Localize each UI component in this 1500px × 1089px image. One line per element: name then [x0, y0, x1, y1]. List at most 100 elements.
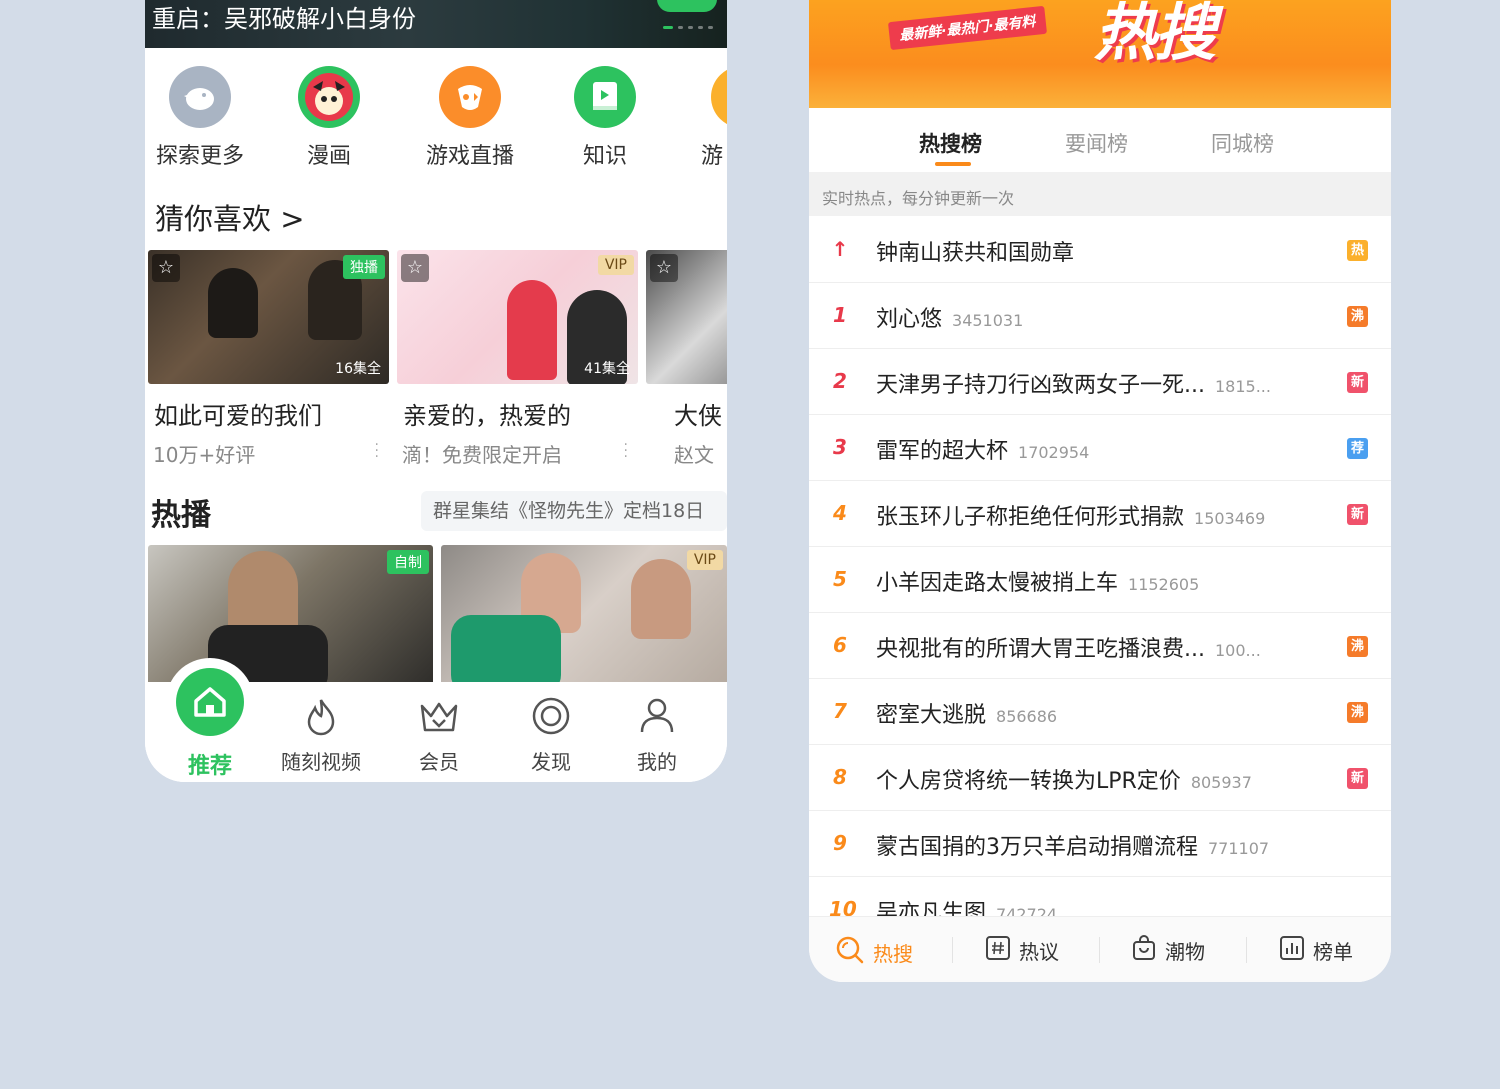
category-label: 游戏直播 — [425, 144, 514, 169]
hot-search-text-wrap: 密室大逃脱 856686 — [876, 697, 1057, 729]
guess-you-like-title[interactable]: 猜你喜欢 > — [155, 196, 305, 238]
more-icon[interactable]: · · · — [624, 438, 628, 464]
vip-tag: VIP — [686, 550, 723, 570]
category-row: 探索更多 漫画 游戏直播 知识 游 — [145, 66, 727, 170]
category-explore[interactable]: 探索更多 — [145, 66, 255, 170]
hot-search-row[interactable]: 7 密室大逃脱 856686 沸 — [809, 679, 1391, 745]
rank-number: 4 — [833, 501, 847, 525]
hot-search-text-wrap: 小羊因走路太慢被捎上车 1152605 — [876, 565, 1199, 597]
knowledge-icon — [574, 66, 636, 128]
tab-home[interactable] — [166, 658, 254, 746]
home-icon — [176, 668, 244, 736]
hot-search-row[interactable]: 6 央视批有的所谓大胃王吃播浪费... 100... 沸 — [809, 613, 1391, 679]
hot-search-title: 张玉环儿子称拒绝任何形式捐款 — [876, 505, 1185, 530]
category-label: 游 — [701, 144, 724, 169]
hot-search-row[interactable]: 9 蒙古国捐的3万只羊启动捐赠流程 771107 — [809, 811, 1391, 877]
tab-news[interactable]: 要闻榜 — [1065, 128, 1128, 158]
crown-icon — [389, 696, 489, 740]
tab-home-label-wrap[interactable]: 推荐 — [160, 742, 260, 780]
tab-vip[interactable]: 会员 — [389, 696, 489, 775]
hot-search-title: 刘心悠 — [876, 307, 943, 332]
hot-search-row[interactable]: ↑ 钟南山获共和国勋章 热 — [809, 217, 1391, 283]
category-comic[interactable]: 漫画 — [274, 66, 384, 170]
tab-ranking[interactable]: 榜单 — [1279, 935, 1353, 966]
episode-count: 16集全 — [335, 361, 381, 377]
rank-number: 6 — [833, 633, 847, 657]
banner-headline: 热搜 — [1094, 0, 1216, 69]
pinned-icon: ↑ — [831, 237, 849, 261]
card-subtitle: 滴！免费限定开启 — [402, 443, 562, 467]
hot-search-title: 钟南山获共和国勋章 — [876, 241, 1075, 266]
flame-icon — [271, 696, 371, 740]
favorite-star-icon[interactable]: ☆ — [401, 254, 429, 282]
video-thumbnail: ☆ — [646, 250, 727, 384]
hero-banner[interactable]: 重启：吴邪破解小白身份 — [145, 0, 727, 48]
divider — [1246, 937, 1247, 963]
tab-label: 热议 — [1019, 940, 1059, 964]
video-card[interactable]: ☆ 独播 16集全 如此可爱的我们 10万+好评 · · · — [148, 250, 389, 468]
tab-label: 随刻视频 — [281, 750, 361, 774]
favorite-star-icon[interactable]: ☆ — [650, 254, 678, 282]
hot-search-row[interactable]: 2 天津男子持刀行凶致两女子一死... 1815... 新 — [809, 349, 1391, 415]
status-badge: 新 — [1347, 504, 1368, 525]
video-card[interactable]: ☆ VIP 41集全 亲爱的，热爱的 滴！免费限定开启 · · · — [397, 250, 638, 468]
category-game[interactable]: 游 — [685, 66, 727, 170]
more-icon[interactable]: · · · — [375, 438, 379, 464]
episode-count: 41集全 — [584, 361, 630, 377]
tab-label: 我的 — [637, 750, 677, 774]
tab-discuss[interactable]: 热议 — [985, 935, 1059, 966]
vip-tag: VIP — [597, 255, 634, 275]
search-count: 771107 — [1208, 839, 1270, 858]
video-thumbnail: ☆ 独播 16集全 — [148, 250, 389, 384]
search-count: 3451031 — [952, 311, 1024, 330]
tab-hot[interactable]: 热搜 — [835, 935, 913, 970]
rank-number: 8 — [833, 765, 847, 789]
tab-label: 发现 — [531, 750, 571, 774]
category-knowledge[interactable]: 知识 — [550, 66, 660, 170]
hot-search-text-wrap: 张玉环儿子称拒绝任何形式捐款 1503469 — [876, 499, 1265, 531]
update-note: 实时热点，每分钟更新一次 — [809, 172, 1391, 216]
category-label: 知识 — [582, 144, 627, 169]
rank-number: 2 — [833, 369, 847, 393]
card-title: 大侠 — [674, 402, 722, 430]
bottom-tab-bar: 热搜 热议 潮物 榜单 — [809, 916, 1391, 982]
video-card[interactable]: ☆ 大侠 赵文 — [646, 250, 727, 468]
hot-search-text-wrap: 天津男子持刀行凶致两女子一死... 1815... — [876, 367, 1271, 399]
category-game-live[interactable]: 游戏直播 — [415, 66, 525, 170]
hot-video-thumbnail[interactable]: VIP — [441, 545, 727, 685]
hot-search-row[interactable]: 1 刘心悠 3451031 沸 — [809, 283, 1391, 349]
hot-announcement[interactable]: 群星集结《怪物先生》定档18日 — [421, 491, 727, 531]
tab-label: 会员 — [419, 750, 459, 774]
rank-number: 1 — [833, 303, 847, 327]
tab-local[interactable]: 同城榜 — [1211, 128, 1274, 158]
active-tab-indicator — [935, 162, 971, 166]
tab-profile[interactable]: 我的 — [607, 696, 707, 775]
hot-search-row[interactable]: 5 小羊因走路太慢被捎上车 1152605 — [809, 547, 1391, 613]
tab-trendy[interactable]: 潮物 — [1131, 935, 1205, 966]
hot-search-row[interactable]: 8 个人房贷将统一转换为LPR定价 805937 新 — [809, 745, 1391, 811]
game-live-icon — [439, 66, 501, 128]
category-label: 漫画 — [306, 144, 351, 169]
tab-hot-search[interactable]: 热搜榜 — [919, 128, 982, 158]
banner-badge — [657, 0, 717, 12]
hot-search-title: 小羊因走路太慢被捎上车 — [876, 571, 1119, 596]
search-count: 856686 — [996, 707, 1058, 726]
hot-search-banner: 最新鲜·最热门·最有料 热搜 — [809, 0, 1391, 108]
search-count: 1815... — [1214, 377, 1271, 396]
search-count: 1503469 — [1194, 509, 1266, 528]
bag-icon — [1131, 935, 1157, 966]
hot-search-text-wrap: 蒙古国捐的3万只羊启动捐赠流程 771107 — [876, 829, 1269, 861]
tab-short-video[interactable]: 随刻视频 — [271, 696, 371, 775]
hot-search-text-wrap: 刘心悠 3451031 — [876, 301, 1023, 333]
hot-search-title: 密室大逃脱 — [876, 703, 987, 728]
banner-pagination — [663, 26, 713, 30]
search-count: 100... — [1214, 641, 1261, 660]
hot-search-text-wrap: 钟南山获共和国勋章 — [876, 235, 1074, 267]
card-title: 如此可爱的我们 — [154, 402, 322, 430]
tab-discover[interactable]: 发现 — [501, 696, 601, 775]
hot-search-text-wrap: 央视批有的所谓大胃王吃播浪费... 100... — [876, 631, 1261, 663]
hot-search-row[interactable]: 4 张玉环儿子称拒绝任何形式捐款 1503469 新 — [809, 481, 1391, 547]
favorite-star-icon[interactable]: ☆ — [152, 254, 180, 282]
hot-search-title: 央视批有的所谓大胃王吃播浪费... — [876, 637, 1205, 662]
hot-search-row[interactable]: 3 雷军的超大杯 1702954 荐 — [809, 415, 1391, 481]
